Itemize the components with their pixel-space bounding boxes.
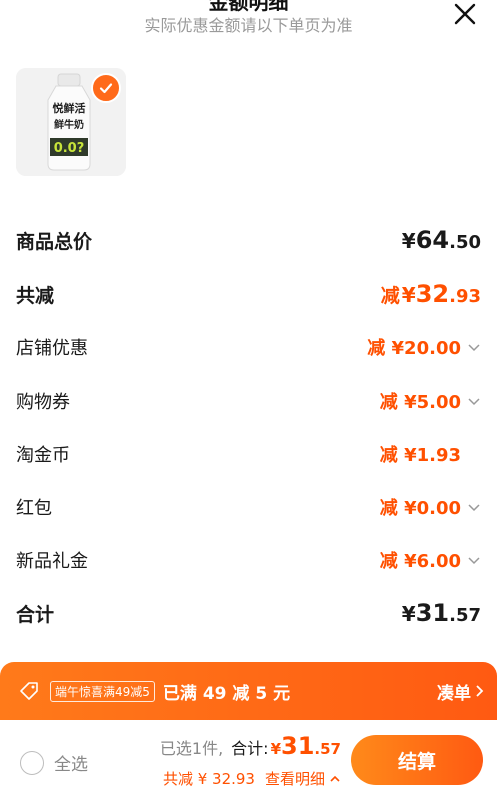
bottom-bar: 全选 已选1件, 合计: ¥ 31 .57 共减 ¥ 32.93 查看明细 结算: [0, 720, 497, 800]
promo-bar: 端午惊喜满49减5 已满 49 减 5 元 凑单: [0, 662, 497, 720]
row-taojinbi: 淘金币 减 ¥1.93: [16, 439, 481, 469]
row-total-price: 商品总价 ¥64.50: [16, 225, 481, 255]
row-label: 共减: [16, 284, 55, 307]
add-items-label: 凑单: [437, 683, 471, 704]
total-reduced-amount: 减 ¥32.93: [380, 280, 481, 308]
view-details-link[interactable]: 查看明细: [265, 768, 341, 789]
row-sum: 合计 ¥31.57: [16, 598, 481, 628]
tag-icon: [20, 682, 38, 700]
milk-text: 鲜牛奶: [54, 118, 84, 131]
row-label: 店铺优惠: [16, 338, 88, 359]
total-int: 31: [281, 732, 315, 760]
taojinbi-amount: 减 ¥1.93: [379, 445, 461, 466]
row-label: 合计: [16, 603, 55, 626]
bottom-reduced-summary: 共减 ¥ 32.93 查看明细: [163, 768, 341, 789]
add-items-link[interactable]: 凑单: [437, 679, 485, 704]
row-shop-discount[interactable]: 店铺优惠 减 ¥20.00: [16, 332, 481, 362]
chevron-right-icon: [476, 685, 484, 697]
row-total-reduced: 共减 减 ¥32.93: [16, 279, 481, 309]
brand-text: 悦鲜活: [53, 101, 86, 115]
bottom-summary: 已选1件, 合计: ¥ 31 .57: [160, 732, 341, 760]
row-label: 红包: [16, 498, 52, 519]
page-subtitle: 实际优惠金额请以下单页为准: [144, 16, 353, 35]
chevron-down-icon: [468, 398, 480, 406]
total-dec: .57: [314, 740, 341, 758]
row-redpack[interactable]: 红包 减 ¥0.00: [16, 492, 481, 522]
row-new-product-gift[interactable]: 新品礼金 减 ¥6.00: [16, 545, 481, 575]
total-label: 合计:: [231, 739, 269, 758]
chevron-down-icon: [468, 557, 480, 565]
row-label: 淘金币: [16, 445, 70, 466]
redpack-amount: 减 ¥0.00: [379, 498, 461, 519]
reduced-text: 共减 ¥ 32.93: [162, 770, 255, 788]
select-all-toggle[interactable]: 全选: [20, 750, 88, 775]
total-currency: ¥: [270, 740, 282, 758]
row-label: 商品总价: [16, 230, 93, 253]
coupon-amount: 减 ¥5.00: [379, 392, 461, 413]
promo-text: 已满 49 减 5 元: [162, 683, 291, 704]
select-all-label: 全选: [54, 755, 88, 775]
radio-icon[interactable]: [20, 750, 44, 775]
chevron-down-icon: [468, 504, 480, 512]
checkout-button[interactable]: 结算: [351, 735, 483, 785]
chevron-up-icon: [330, 775, 340, 782]
selected-check-badge[interactable]: [91, 73, 121, 103]
header: 金额明细 实际优惠金额请以下单页为准: [0, 0, 497, 40]
row-label: 购物券: [16, 392, 70, 413]
product-badge-text: 0.0?: [54, 141, 85, 156]
row-label: 新品礼金: [16, 551, 88, 572]
new-gift-amount: 减 ¥6.00: [379, 551, 461, 572]
selected-count: 已选1件,: [159, 739, 224, 758]
close-icon: [454, 3, 476, 25]
view-details-label: 查看明细: [264, 770, 325, 788]
check-icon: [99, 83, 113, 94]
sum-amount: ¥31.57: [401, 599, 481, 627]
shop-discount-amount: 减 ¥20.00: [367, 338, 461, 359]
chevron-down-icon: [468, 344, 480, 352]
close-button[interactable]: [451, 0, 479, 28]
promo-tag: 端午惊喜满49减5: [50, 680, 155, 702]
total-price-amount: ¥64.50: [401, 226, 481, 254]
row-coupon[interactable]: 购物券 减 ¥5.00: [16, 386, 481, 416]
